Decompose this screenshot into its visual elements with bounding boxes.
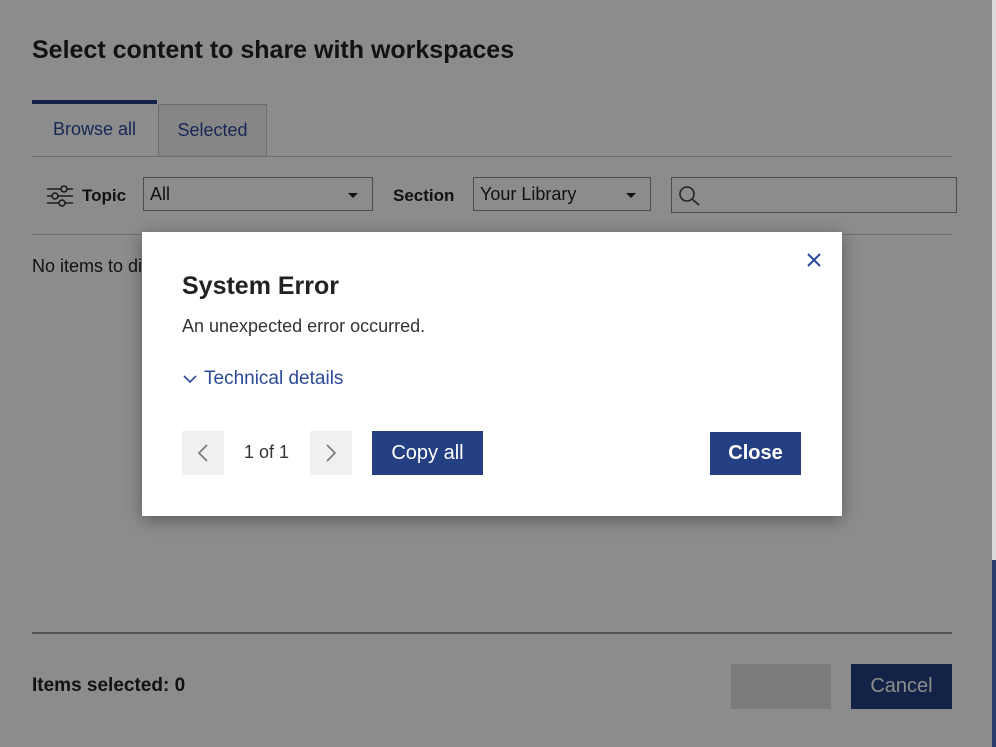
- close-icon[interactable]: [804, 250, 824, 270]
- modal-title: System Error: [182, 272, 340, 300]
- previous-error-button[interactable]: [182, 431, 224, 475]
- copy-all-button[interactable]: Copy all: [372, 431, 483, 475]
- background-edge: [992, 0, 996, 747]
- chevron-down-icon: [183, 375, 197, 384]
- close-button[interactable]: Close: [710, 432, 801, 475]
- technical-details-toggle[interactable]: Technical details: [182, 368, 343, 390]
- chevron-left-icon: [197, 444, 208, 462]
- pager-count: 1 of 1: [244, 442, 290, 462]
- error-modal: System Error An unexpected error occurre…: [142, 232, 842, 516]
- next-error-button[interactable]: [310, 431, 352, 475]
- chevron-right-icon: [326, 444, 337, 462]
- error-message: An unexpected error occurred.: [182, 316, 426, 336]
- technical-details-label: Technical details: [204, 368, 344, 389]
